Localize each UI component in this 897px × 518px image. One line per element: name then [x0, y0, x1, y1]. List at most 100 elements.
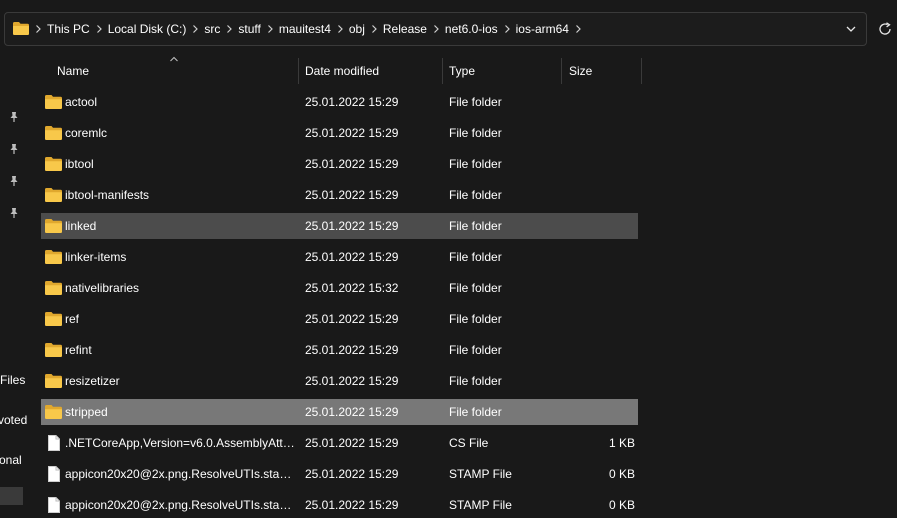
folder-icon: [45, 343, 62, 357]
chevron-right-icon[interactable]: [29, 24, 47, 34]
chevron-right-icon[interactable]: [186, 24, 204, 34]
chevron-right-icon[interactable]: [569, 24, 587, 34]
file-row[interactable]: linker-items 25.01.2022 15:29 File folder: [41, 244, 638, 270]
chevron-right-icon[interactable]: [261, 24, 279, 34]
chevron-down-icon[interactable]: [844, 23, 858, 35]
breadcrumb-item[interactable]: net6.0-ios: [445, 22, 498, 36]
nav-item-pivoted[interactable]: voted: [0, 413, 27, 427]
breadcrumb-item[interactable]: obj: [349, 22, 365, 36]
file-name: ibtool-manifests: [65, 188, 150, 202]
file-row[interactable]: stripped 25.01.2022 15:29 File folder: [41, 399, 638, 425]
folder-icon: [45, 188, 62, 202]
folder-icon: [45, 250, 62, 264]
file-type: File folder: [449, 250, 502, 264]
file-row[interactable]: appicon20x20@2x.png.ResolveUTIs.stamp 25.…: [41, 492, 638, 518]
column-divider[interactable]: [561, 58, 562, 84]
file-row[interactable]: .NETCoreApp,Version=v6.0.AssemblyAttri..…: [41, 430, 638, 456]
pin-icon[interactable]: [7, 206, 21, 220]
file-date-modified: 25.01.2022 15:29: [305, 126, 399, 140]
file-type: File folder: [449, 157, 502, 171]
folder-icon: [45, 219, 62, 233]
file-date-modified: 25.01.2022 15:29: [305, 219, 399, 233]
file-name: actool: [65, 95, 98, 109]
file-name: resizetizer: [65, 374, 120, 388]
file-type: File folder: [449, 281, 502, 295]
file-row[interactable]: resizetizer 25.01.2022 15:29 File folder: [41, 368, 638, 394]
column-divider[interactable]: [442, 58, 443, 84]
file-name: linker-items: [65, 250, 127, 264]
file-row[interactable]: refint 25.01.2022 15:29 File folder: [41, 337, 638, 363]
file-row[interactable]: coremlc 25.01.2022 15:29 File folder: [41, 120, 638, 146]
file-size: [561, 275, 635, 301]
file-name: linked: [65, 219, 97, 233]
file-name: coremlc: [65, 126, 108, 140]
refresh-icon[interactable]: [877, 21, 893, 37]
file-date-modified: 25.01.2022 15:29: [305, 188, 399, 202]
pin-icon[interactable]: [7, 174, 21, 188]
file-name: nativelibraries: [65, 281, 140, 295]
file-type: CS File: [449, 436, 489, 450]
file-row[interactable]: ref 25.01.2022 15:29 File folder: [41, 306, 638, 332]
chevron-right-icon[interactable]: [498, 24, 516, 34]
file-type: File folder: [449, 343, 502, 357]
column-divider[interactable]: [641, 58, 642, 84]
file-name: appicon20x20@2x.png.ResolveUTIs.stamp: [65, 467, 295, 481]
folder-icon: [45, 405, 62, 419]
file-name: ref: [65, 312, 80, 326]
folder-icon: [13, 22, 29, 35]
breadcrumb-item[interactable]: mauitest4: [279, 22, 331, 36]
nav-item-files[interactable]: Files: [0, 373, 25, 387]
file-size: [561, 151, 635, 177]
file-size: [561, 213, 635, 239]
chevron-right-icon[interactable]: [90, 24, 108, 34]
breadcrumb-item[interactable]: Local Disk (C:): [108, 22, 187, 36]
file-row[interactable]: ibtool-manifests 25.01.2022 15:29 File fol…: [41, 182, 638, 208]
chevron-right-icon[interactable]: [427, 24, 445, 34]
chevron-right-icon[interactable]: [365, 24, 383, 34]
file-date-modified: 25.01.2022 15:29: [305, 312, 399, 326]
file-type: File folder: [449, 374, 502, 388]
file-row[interactable]: appicon20x20@2x.png.ResolveUTIs.stamp 25.…: [41, 461, 638, 487]
file-name: stripped: [65, 405, 108, 419]
file-row[interactable]: ibtool 25.01.2022 15:29 File folder: [41, 151, 638, 177]
pin-icon[interactable]: [7, 142, 21, 156]
file-size: 0 KB: [608, 467, 635, 481]
folder-icon: [45, 281, 62, 295]
file-type: File folder: [449, 126, 502, 140]
chevron-right-icon[interactable]: [331, 24, 349, 34]
folder-icon: [45, 312, 62, 326]
file-date-modified: 25.01.2022 15:29: [305, 250, 399, 264]
file-name: .NETCoreApp,Version=v6.0.AssemblyAttri..…: [65, 436, 295, 450]
column-header-date[interactable]: Date modified: [305, 59, 441, 83]
file-type: File folder: [449, 188, 502, 202]
file-row[interactable]: actool 25.01.2022 15:29 File folder: [41, 89, 638, 115]
file-size: 1 KB: [608, 436, 635, 450]
file-date-modified: 25.01.2022 15:29: [305, 467, 399, 481]
file-size: [561, 306, 635, 332]
breadcrumb-item[interactable]: This PC: [47, 22, 90, 36]
chevron-right-icon[interactable]: [220, 24, 238, 34]
breadcrumb-item[interactable]: src: [204, 22, 220, 36]
file-type: File folder: [449, 312, 502, 326]
file-size: [561, 89, 635, 115]
breadcrumb-item[interactable]: stuff: [238, 22, 260, 36]
column-divider[interactable]: [298, 58, 299, 84]
file-size: [561, 244, 635, 270]
breadcrumb-item[interactable]: Release: [383, 22, 427, 36]
breadcrumb-item[interactable]: ios-arm64: [516, 22, 569, 36]
file-date-modified: 25.01.2022 15:32: [305, 281, 399, 295]
nav-item-selected[interactable]: [0, 487, 23, 505]
address-bar[interactable]: This PC Local Disk (C:) src stuff mauitest4 o…: [4, 12, 867, 46]
column-header-type[interactable]: Type: [449, 59, 559, 83]
column-header-size[interactable]: Size: [569, 59, 639, 83]
file-row[interactable]: nativelibraries 25.01.2022 15:32 File fold…: [41, 275, 638, 301]
folder-icon: [45, 126, 62, 140]
file-row[interactable]: linked 25.01.2022 15:29 File folder: [41, 213, 638, 239]
pin-icon[interactable]: [7, 110, 21, 124]
nav-item-personal[interactable]: onal: [0, 453, 22, 467]
file-size: [561, 120, 635, 146]
file-type: File folder: [449, 95, 502, 109]
file-type: STAMP File: [449, 467, 512, 481]
column-header-name[interactable]: Name: [57, 59, 297, 83]
file-type: File folder: [449, 219, 502, 233]
